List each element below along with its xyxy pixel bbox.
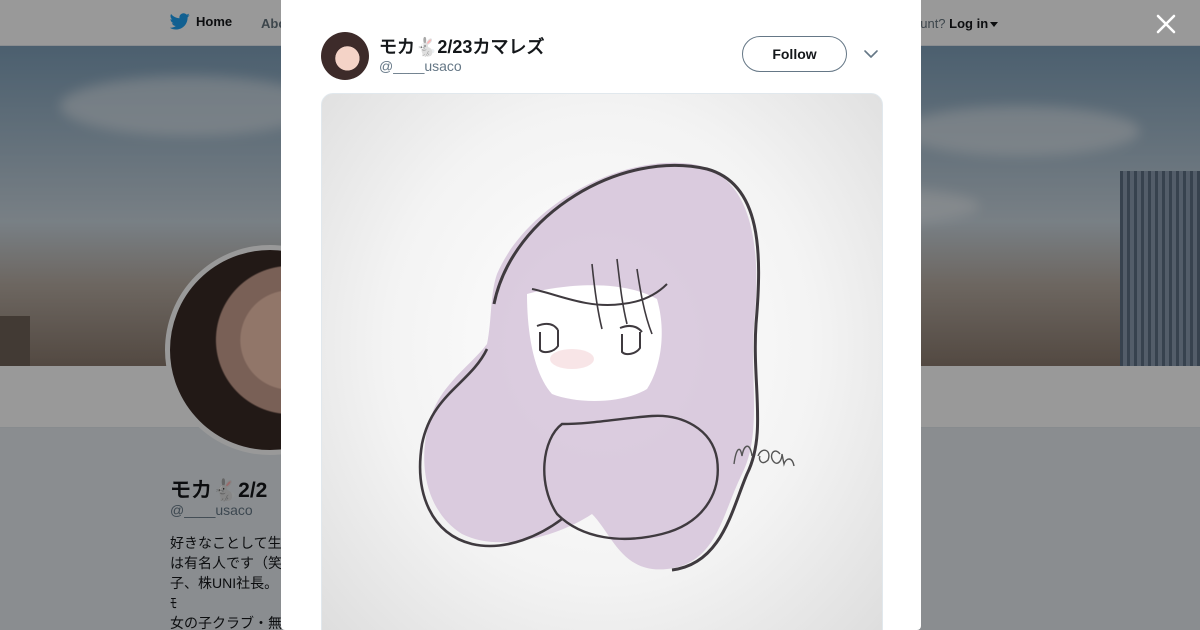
- close-icon[interactable]: [1152, 10, 1180, 38]
- tweet-image[interactable]: [321, 93, 883, 630]
- author-name[interactable]: モカ🐇2/23カマレズ: [379, 33, 544, 59]
- author-avatar[interactable]: [321, 32, 369, 80]
- sketch-drawing: [418, 162, 795, 572]
- follow-button[interactable]: Follow: [742, 36, 847, 72]
- chevron-down-icon[interactable]: [863, 46, 879, 62]
- tweet-modal: モカ🐇2/23カマレズ @____usaco Follow: [281, 0, 921, 630]
- author-handle[interactable]: @____usaco: [379, 58, 462, 74]
